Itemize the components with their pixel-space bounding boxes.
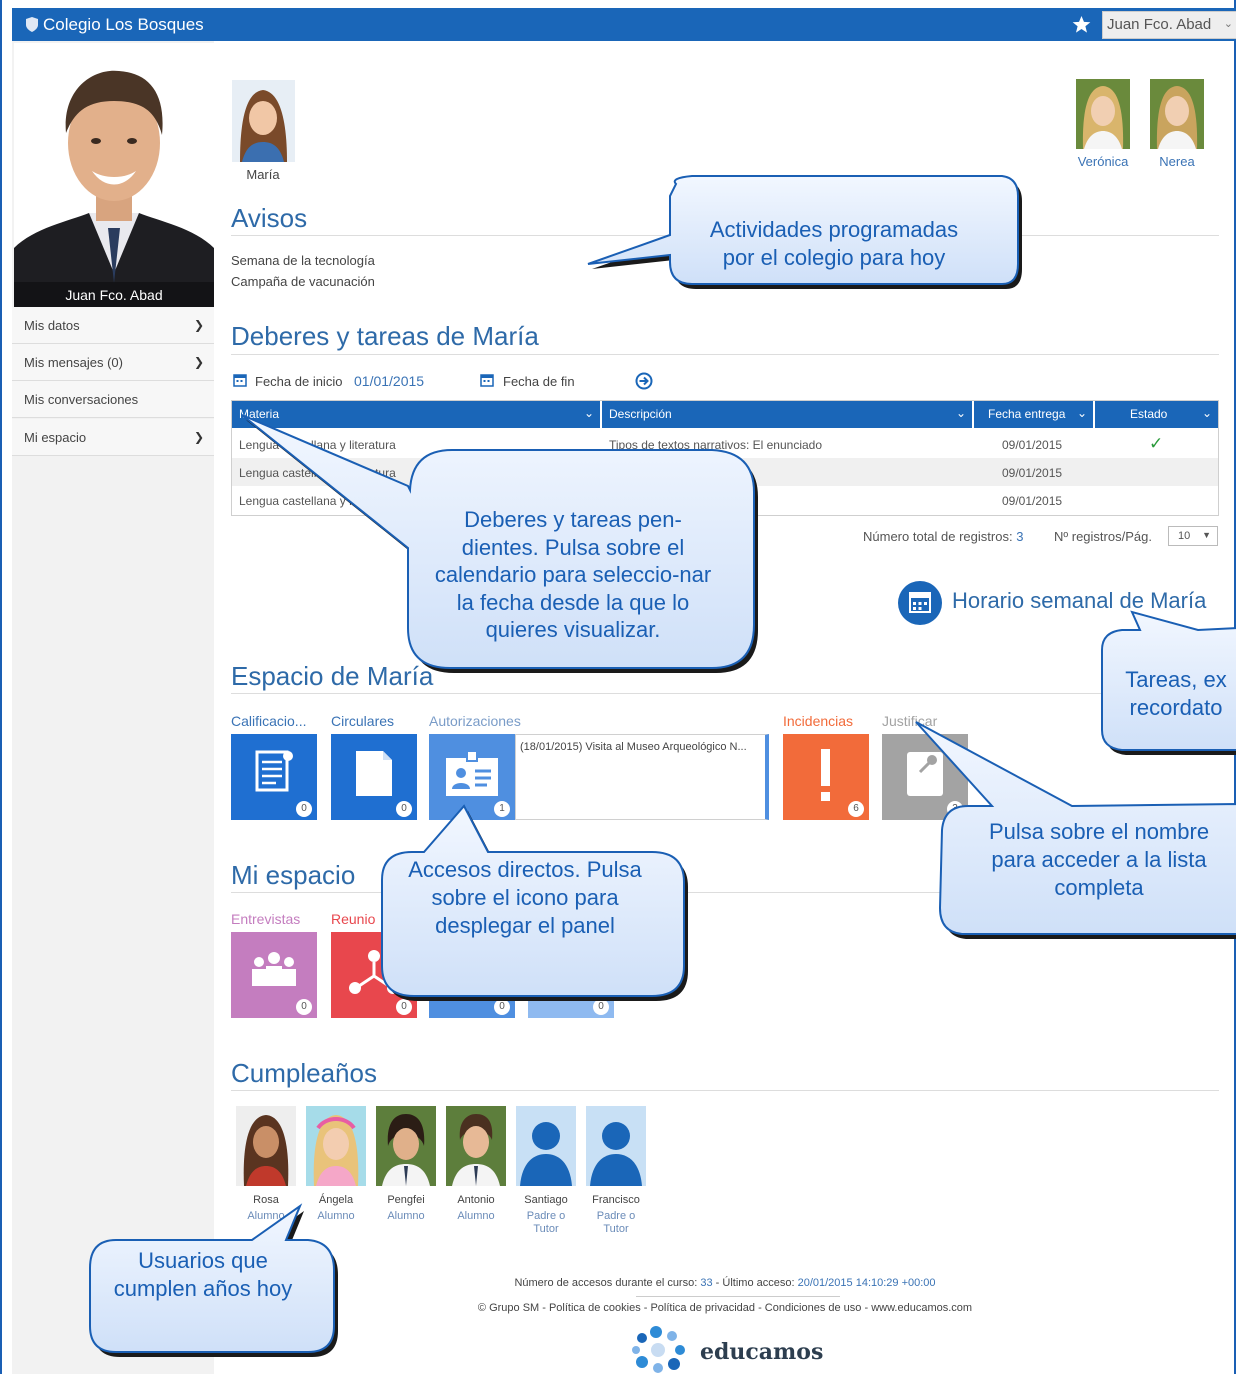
page: Colegio Los Bosques Juan Fco. Abad ⌄ Jua… [0, 0, 1236, 1374]
callout-deberes: Deberes y tareas pen-dientes. Pulsa sobr… [434, 507, 712, 642]
callout-usuarios: Usuarios que cumplen años hoy [113, 1248, 293, 1301]
callout-accesos: Accesos directos. Pulsa sobre el icono p… [408, 857, 642, 938]
callout-tareas: Tareas, ex recordato [1125, 667, 1227, 720]
callout-actividades: Actividades programadas por el colegio p… [709, 217, 959, 270]
tutorial-callouts-overlay [89, 175, 1236, 1357]
callout-nombre: Pulsa sobre el nombre para acceder a la … [988, 819, 1210, 900]
